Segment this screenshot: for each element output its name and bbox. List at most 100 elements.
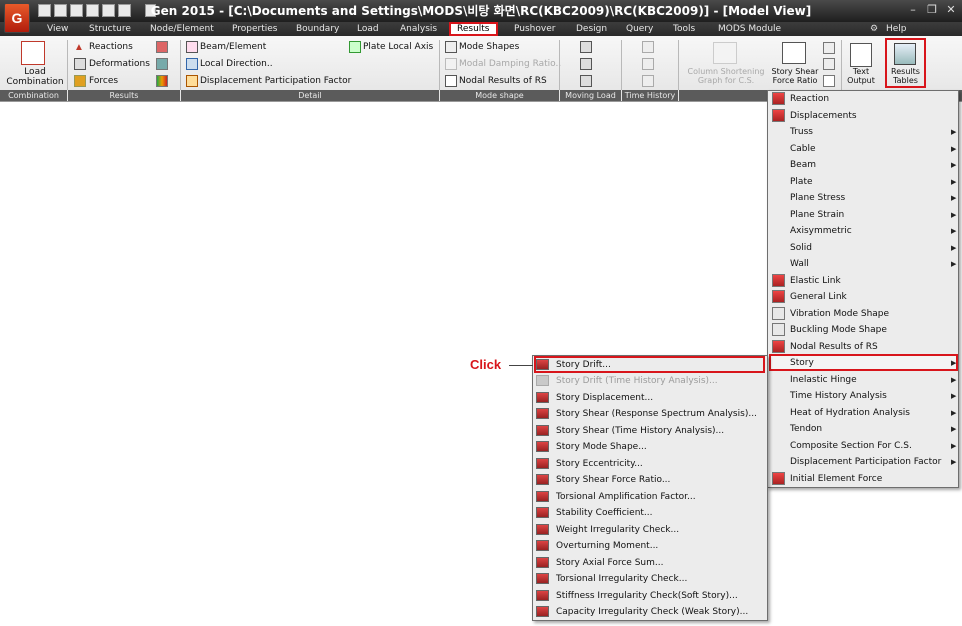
- menu-item-axisymmetric[interactable]: Axisymmetric: [790, 223, 852, 239]
- menu-item-beam[interactable]: Beam: [790, 157, 816, 173]
- menu-item-displacement-participation-factor[interactable]: Displacement Participation Factor: [790, 454, 941, 470]
- misc-tool-icon[interactable]: [823, 42, 835, 54]
- submenu-arrow-icon: ▶: [951, 375, 957, 384]
- menu-item-inelastic-hinge[interactable]: Inelastic Hinge: [790, 372, 857, 388]
- menu-boundary[interactable]: Boundary: [296, 22, 339, 36]
- menu-item-wall[interactable]: Wall: [790, 256, 809, 272]
- modal-damping-button[interactable]: Modal Damping Ratio..: [459, 58, 561, 70]
- menu-item-general-link[interactable]: General Link: [790, 289, 847, 305]
- moving-load-icon[interactable]: [580, 58, 592, 70]
- story-item-overturning-moment[interactable]: Overturning Moment...: [556, 538, 658, 554]
- story-item-capacity-irregularity-check-weak-story[interactable]: Capacity Irregularity Check (Weak Story)…: [556, 604, 748, 620]
- menu-item-tendon[interactable]: Tendon: [790, 421, 822, 437]
- ribbon-separator: [621, 40, 622, 90]
- menu-load[interactable]: Load: [357, 22, 379, 36]
- deformations-button[interactable]: Deformations: [89, 58, 150, 70]
- menu-analysis[interactable]: Analysis: [400, 22, 437, 36]
- gear-icon[interactable]: ⚙: [870, 22, 878, 36]
- load-combination-icon[interactable]: [21, 41, 45, 65]
- story-item-weight-irregularity-check[interactable]: Weight Irregularity Check...: [556, 522, 679, 538]
- plate-local-axis-button[interactable]: Plate Local Axis: [363, 41, 433, 53]
- menu-item-story[interactable]: Story: [790, 355, 814, 371]
- menu-item-heat-of-hydration-analysis[interactable]: Heat of Hydration Analysis: [790, 405, 910, 421]
- text-output-button[interactable]: Text Output: [843, 67, 879, 85]
- menu-item-solid[interactable]: Solid: [790, 240, 812, 256]
- misc-tool-icon[interactable]: [823, 58, 835, 70]
- restore-icon[interactable]: ❐: [925, 3, 939, 17]
- mode-shapes-button[interactable]: Mode Shapes: [459, 41, 519, 53]
- story-item-stiffness-irregularity-check-soft-story[interactable]: Stiffness Irregularity Check(Soft Story)…: [556, 588, 738, 604]
- help-button[interactable]: Help: [886, 22, 907, 36]
- submenu-arrow-icon: ▶: [951, 441, 957, 450]
- menu-item-initial-element-force[interactable]: Initial Element Force: [790, 471, 882, 487]
- document-icon[interactable]: [823, 75, 835, 87]
- time-history-icon[interactable]: [642, 75, 654, 87]
- displacement-participation-button[interactable]: Displacement Participation Factor: [200, 75, 351, 87]
- menu-node-element[interactable]: Node/Element: [150, 22, 214, 36]
- menu-mods-module[interactable]: MODS Module: [718, 22, 781, 36]
- story-item-story-drift[interactable]: Story Drift...: [556, 357, 611, 373]
- submenu-arrow-icon: ▶: [951, 128, 957, 136]
- nodal-results-rs-button[interactable]: Nodal Results of RS: [459, 75, 547, 87]
- menu-item-reaction[interactable]: Reaction: [790, 91, 829, 107]
- menu-item-composite-section-for-c-s[interactable]: Composite Section For C.S.: [790, 438, 912, 454]
- menu-structure[interactable]: Structure: [89, 22, 131, 36]
- time-history-icon[interactable]: [642, 58, 654, 70]
- app-logo[interactable]: G: [4, 3, 30, 33]
- story-table-icon: [536, 606, 549, 617]
- local-direction-button[interactable]: Local Direction..: [200, 58, 273, 70]
- story-table-icon: [536, 507, 549, 518]
- time-history-icon[interactable]: [642, 41, 654, 53]
- story-item-story-eccentricity[interactable]: Story Eccentricity...: [556, 456, 643, 472]
- submenu-arrow-icon: ▶: [951, 210, 957, 219]
- forces-button[interactable]: Forces: [89, 75, 118, 87]
- story-table-icon: [536, 523, 549, 535]
- menu-item-plane-strain[interactable]: Plane Strain: [790, 207, 844, 223]
- story-shear-button[interactable]: Story Shear Force Ratio: [768, 67, 822, 85]
- menu-query[interactable]: Query: [626, 22, 653, 36]
- beam-element-button[interactable]: Beam/Element: [200, 41, 266, 53]
- menu-item-vibration-mode-shape[interactable]: Vibration Mode Shape: [790, 306, 889, 322]
- story-item-torsional-irregularity-check[interactable]: Torsional Irregularity Check...: [556, 571, 687, 587]
- story-item-story-displacement[interactable]: Story Displacement...: [556, 390, 653, 406]
- menu-pushover[interactable]: Pushover: [514, 22, 555, 36]
- story-item-stability-coefficient[interactable]: Stability Coefficient...: [556, 505, 653, 521]
- moving-load-icon[interactable]: [580, 41, 592, 53]
- submenu-arrow-icon: ▶: [951, 161, 957, 169]
- menu-results[interactable]: Results: [449, 22, 498, 36]
- story-item-story-shear-time-history-analysis[interactable]: Story Shear (Time History Analysis)...: [556, 423, 724, 439]
- menu-item-plane-stress[interactable]: Plane Stress: [790, 190, 845, 206]
- menu-item-elastic-link[interactable]: Elastic Link: [790, 273, 841, 289]
- contour-icon[interactable]: [156, 75, 168, 87]
- story-item-story-mode-shape[interactable]: Story Mode Shape...: [556, 439, 647, 455]
- menu-view[interactable]: View: [47, 22, 68, 36]
- reactions-button[interactable]: Reactions: [89, 41, 133, 53]
- menu-tools[interactable]: Tools: [673, 22, 695, 36]
- forces-icon: [74, 75, 86, 87]
- load-combination-button[interactable]: Load Combination: [6, 67, 64, 87]
- story-item-torsional-amplification-factor[interactable]: Torsional Amplification Factor...: [556, 489, 696, 505]
- story-item-story-shear-response-spectrum-analysis[interactable]: Story Shear (Response Spectrum Analysis)…: [556, 406, 757, 422]
- results-tool-icon[interactable]: [156, 41, 168, 53]
- menu-item-buckling-mode-shape[interactable]: Buckling Mode Shape: [790, 322, 887, 338]
- menu-item-time-history-analysis[interactable]: Time History Analysis: [790, 388, 887, 404]
- minimize-icon[interactable]: –: [906, 3, 920, 17]
- menu-item-nodal-results-of-rs[interactable]: Nodal Results of RS: [790, 339, 878, 355]
- story-table-icon: [536, 375, 549, 386]
- menu-item-cable[interactable]: Cable: [790, 141, 816, 157]
- menu-item-plate[interactable]: Plate: [790, 174, 813, 190]
- text-output-icon: [850, 43, 872, 67]
- menu-design[interactable]: Design: [576, 22, 607, 36]
- menu-properties[interactable]: Properties: [232, 22, 277, 36]
- submenu-arrow-icon: ▶: [951, 392, 957, 400]
- menu-item-displacements[interactable]: Displacements: [790, 108, 857, 124]
- moving-load-icon[interactable]: [580, 75, 592, 87]
- column-shortening-button[interactable]: Column Shortening Graph for C.S.: [684, 67, 768, 85]
- results-tool-icon[interactable]: [156, 58, 168, 70]
- story-item-story-axial-force-sum[interactable]: Story Axial Force Sum...: [556, 555, 663, 571]
- submenu-arrow-icon: ▶: [951, 260, 957, 268]
- menu-item-truss[interactable]: Truss: [790, 124, 813, 140]
- group-label-time-history: Time History: [622, 90, 678, 101]
- close-icon[interactable]: ✕: [944, 3, 958, 17]
- story-item-story-shear-force-ratio[interactable]: Story Shear Force Ratio...: [556, 472, 670, 488]
